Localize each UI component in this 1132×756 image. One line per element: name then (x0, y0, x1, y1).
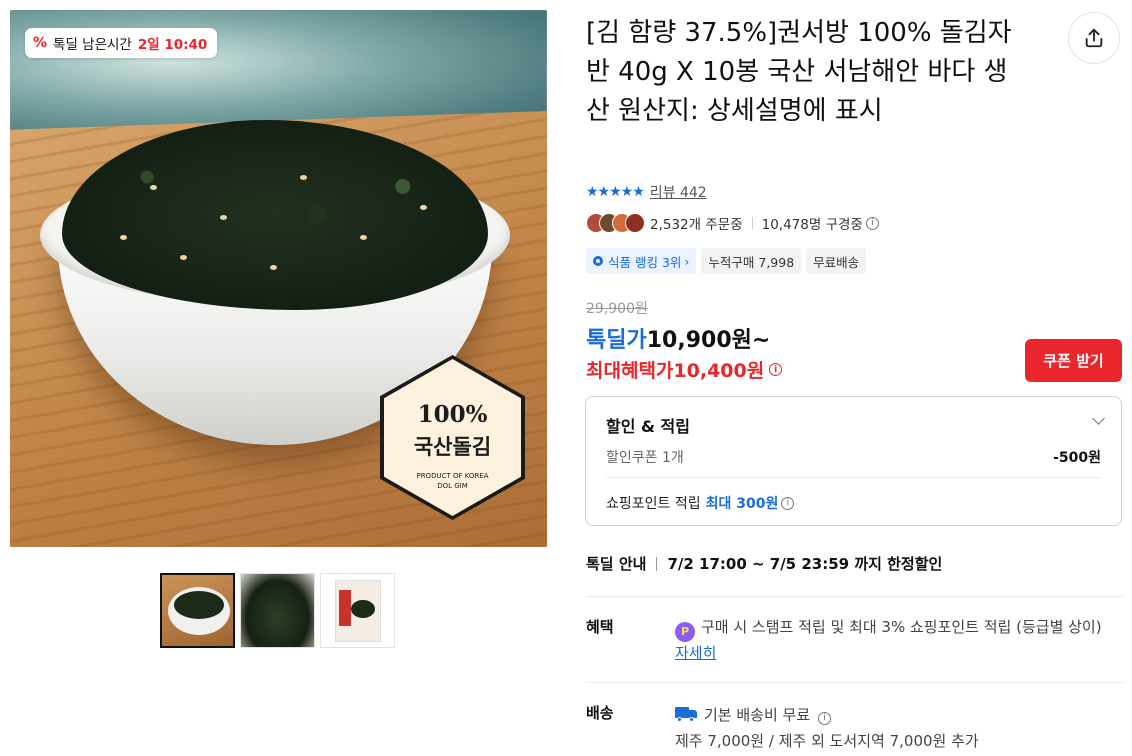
badge-percent: 100% (417, 401, 488, 428)
share-icon (1085, 28, 1103, 48)
tag-row: 식품 랭킹 3위 › 누적구매 7,998 무료배송 (586, 248, 867, 274)
free-shipping-tag: 무료배송 (806, 248, 867, 274)
viewer-count: 10,478명 구경중 (761, 217, 863, 233)
thumbnail-seaweed-closeup[interactable] (240, 573, 315, 648)
section-divider (586, 596, 1124, 597)
sesame-seed (270, 265, 277, 270)
discount-benefit-box[interactable]: 할인 & 적립 할인쿠폰 1개 -500원 쇼핑포인트 적립 최대 300원 i (585, 396, 1122, 526)
buyer-avatars (586, 213, 645, 233)
sesame-seed (150, 185, 157, 190)
sesame-seed (420, 205, 427, 210)
info-icon[interactable]: i (781, 496, 795, 510)
timer-label: 톡딜 남은시간 (53, 37, 132, 53)
thumbnail-strip (160, 573, 395, 648)
coupon-label: 할인쿠폰 1개 (606, 450, 684, 466)
percent-icon: % (33, 35, 48, 51)
order-count: 2,532개 주문중 (650, 217, 743, 233)
review-link[interactable]: 리뷰 442 (650, 182, 707, 202)
max-benefit-price: 최대혜택가 10,400원 i (586, 356, 783, 383)
max-price-label: 최대혜택가 (586, 360, 674, 382)
benefits-section: P 구매 시 스탬프 적립 및 최대 3% 쇼핑포인트 적립 (등급별 상이) 자… (675, 616, 1115, 665)
coupon-button[interactable]: 쿠폰 받기 (1025, 339, 1122, 382)
korean-origin-badge: 100% 국산돌김 PRODUCT OF KOREA DOL GIM (380, 355, 525, 520)
divider (606, 477, 1101, 478)
info-icon[interactable]: i (769, 363, 783, 376)
point-icon: P (675, 621, 695, 642)
share-button[interactable] (1068, 12, 1120, 64)
deal-info-row: 톡딜 안내 7/2 17:00 ~ 7/5 23:59 까지 한정할인 (586, 553, 942, 574)
deal-timer-badge: % 톡딜 남은시간 2일 10:40 (25, 28, 218, 58)
max-price-value: 10,400원 (673, 360, 765, 382)
product-title: [김 함량 37.5%]권서방 100% 돌김자반 40g X 10봉 국산 서… (586, 18, 1012, 126)
benefits-text: 구매 시 스탬프 적립 및 최대 3% 쇼핑포인트 적립 (등급별 상이) (701, 618, 1102, 636)
badge-name: 국산돌김 (413, 434, 492, 459)
shipping-extra: 제주 7,000원 / 제주 외 도서지역 7,000원 추가 (675, 732, 979, 750)
sesame-seed (180, 255, 187, 260)
cumulative-purchase-tag: 누적구매 7,998 (701, 248, 802, 274)
seaweed-pile (62, 120, 488, 310)
shipping-section: 기본 배송비 무료 i 제주 7,000원 / 제주 외 도서지역 7,000원… (675, 702, 1115, 754)
shipping-section-label: 배송 (586, 704, 614, 722)
ranking-icon (593, 256, 603, 266)
thumbnail-bowl[interactable] (160, 573, 235, 648)
chevron-right-icon: › (684, 253, 690, 269)
deal-info-label: 톡딜 안내 (586, 555, 647, 573)
divider (656, 556, 658, 571)
details-link[interactable]: 자세히 (675, 644, 716, 662)
points-label: 쇼핑포인트 적립 (606, 496, 701, 512)
ranking-tag[interactable]: 식품 랭킹 3위 › (586, 248, 697, 274)
truck-icon (675, 707, 697, 722)
original-price: 29,900원 (586, 301, 648, 317)
benefit-box-title: 할인 & 적립 (606, 417, 690, 436)
sesame-seed (360, 235, 367, 240)
section-divider (586, 682, 1124, 683)
coupon-value: -500원 (1053, 450, 1101, 466)
timer-remaining: 2일 10:40 (137, 37, 208, 53)
main-product-image: 100% 국산돌김 PRODUCT OF KOREA DOL GIM % 톡딜 … (10, 10, 547, 547)
sesame-seed (220, 215, 227, 220)
avatar (625, 213, 645, 233)
deal-price: 톡딜가 10,900원~ (586, 322, 770, 354)
points-value: 최대 300원 (705, 496, 779, 512)
shopping-points-row: 쇼핑포인트 적립 최대 300원 i (606, 493, 795, 513)
sesame-seed (300, 175, 307, 180)
badge-small-text: PRODUCT OF KOREA DOL GIM (416, 472, 489, 490)
sesame-seed (120, 235, 127, 240)
info-icon[interactable]: i (865, 216, 879, 230)
rating-row: ★★★★★ 리뷰 442 (586, 182, 707, 202)
chevron-down-icon[interactable] (1092, 412, 1105, 425)
buyers-row: 2,532개 주문중 10,478명 구경중 i (586, 213, 879, 233)
divider (751, 216, 753, 230)
info-icon[interactable]: i (817, 711, 831, 725)
deal-price-label: 톡딜가 (586, 328, 647, 353)
thumbnail-package[interactable] (320, 573, 395, 648)
rating-stars: ★★★★★ (586, 184, 645, 200)
deal-period: 7/2 17:00 ~ 7/5 23:59 까지 한정할인 (667, 555, 943, 573)
benefits-section-label: 혜택 (586, 618, 614, 636)
deal-price-value: 10,900원~ (646, 328, 771, 353)
shipping-fee: 기본 배송비 무료 (704, 706, 811, 724)
